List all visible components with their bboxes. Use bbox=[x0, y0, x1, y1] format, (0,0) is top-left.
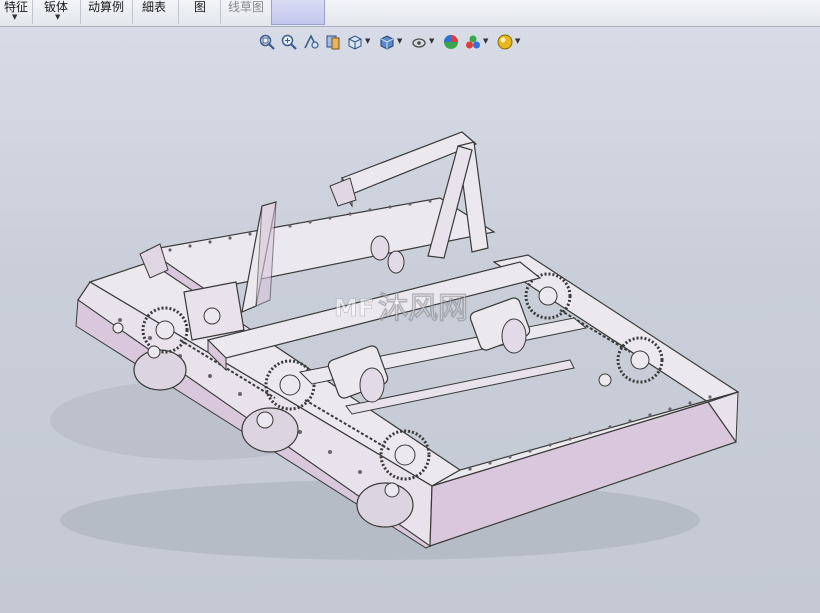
ribbon-wire-sketch-button[interactable]: 线草图 bbox=[228, 0, 268, 26]
graphics-viewport[interactable]: MF 沐风网 bbox=[0, 27, 820, 613]
chevron-down-icon: ▼ bbox=[12, 13, 18, 21]
chevron-down-icon: ▼ bbox=[55, 13, 61, 21]
ribbon-drawing-button[interactable]: 图 bbox=[194, 0, 214, 26]
ribbon-detail-table-button[interactable]: 細表 bbox=[142, 0, 172, 26]
command-manager-ribbon: 特征 ▼ 钣体 ▼ 动算例 細表 图 线草图 bbox=[0, 0, 820, 27]
svg-text:沐风网: 沐风网 bbox=[378, 291, 468, 326]
svg-text:MF: MF bbox=[334, 294, 374, 322]
ribbon-detail-table-label: 細表 bbox=[142, 0, 167, 14]
ribbon-separator bbox=[80, 0, 81, 24]
ribbon-motion-study-label: 动算例 bbox=[88, 0, 125, 14]
ribbon-motion-study-button[interactable]: 动算例 bbox=[88, 0, 128, 26]
ribbon-wire-sketch-label: 线草图 bbox=[228, 0, 265, 14]
ribbon-features-button[interactable]: 特征 ▼ bbox=[4, 0, 28, 26]
ribbon-sheetmetal-button[interactable]: 钣体 ▼ bbox=[44, 0, 74, 26]
ribbon-drawing-label: 图 bbox=[194, 0, 207, 14]
ribbon-separator bbox=[220, 0, 221, 24]
ribbon-separator bbox=[32, 0, 33, 24]
ribbon-active-tab-tile[interactable] bbox=[271, 0, 325, 25]
ribbon-separator bbox=[178, 0, 179, 24]
ribbon-separator bbox=[132, 0, 133, 24]
watermark-logo: MF 沐风网 bbox=[334, 291, 469, 327]
